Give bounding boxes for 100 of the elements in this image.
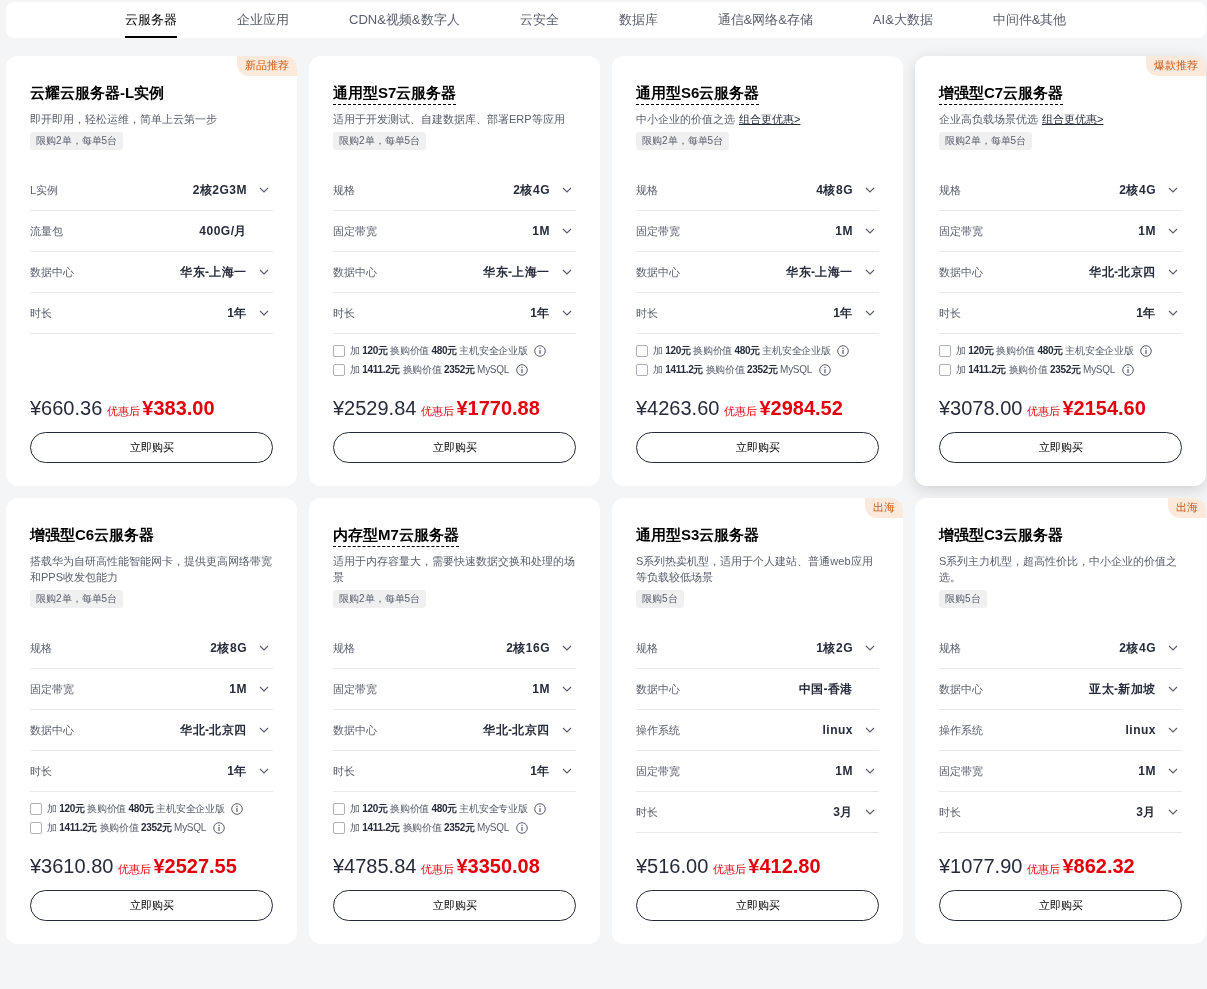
chevron-down-icon[interactable] [1168,228,1178,234]
chevron-down-icon[interactable] [562,686,572,692]
spec-value[interactable]: linux [822,723,853,737]
addon-checkbox[interactable] [30,803,42,815]
chevron-down-icon[interactable] [865,187,875,193]
info-icon[interactable] [231,803,244,815]
addon-checkbox[interactable] [636,345,648,357]
addon-checkbox[interactable] [333,822,345,834]
chevron-down-icon[interactable] [1168,269,1178,275]
chevron-down-icon[interactable] [259,768,269,774]
spec-value[interactable]: 华东-上海一 [180,263,247,281]
spec-value[interactable]: 2核2G3M [192,181,247,199]
spec-value[interactable]: 1M [835,224,853,238]
buy-button[interactable]: 立即购买 [333,432,576,463]
spec-value[interactable]: 华北-北京四 [1089,263,1156,281]
category-tab[interactable]: AI&大数据 [872,4,933,38]
chevron-down-icon[interactable] [562,645,572,651]
spec-value[interactable]: 2核4G [1119,639,1156,657]
info-icon[interactable] [515,364,528,376]
addon-checkbox[interactable] [333,364,345,376]
chevron-down-icon[interactable] [1168,310,1178,316]
category-tab[interactable]: 数据库 [618,4,658,38]
chevron-down-icon[interactable] [1168,686,1178,692]
spec-value[interactable]: 3月 [833,803,853,821]
chevron-down-icon[interactable] [1168,809,1178,815]
category-tab[interactable]: 通信&网络&存储 [717,4,813,38]
info-icon[interactable] [534,345,547,357]
category-tab[interactable]: 云安全 [519,4,559,38]
spec-value[interactable]: 1年 [833,304,853,322]
chevron-down-icon[interactable] [562,310,572,316]
spec-value[interactable]: 华北-北京四 [483,721,550,739]
spec-value[interactable]: 华东-上海一 [786,263,853,281]
spec-value[interactable]: 1M [229,682,247,696]
addon-checkbox[interactable] [333,803,345,815]
chevron-down-icon[interactable] [259,310,269,316]
chevron-down-icon[interactable] [562,228,572,234]
chevron-down-icon[interactable] [865,269,875,275]
spec-value[interactable]: 1M [1138,224,1156,238]
chevron-down-icon[interactable] [562,768,572,774]
spec-value[interactable]: 华北-北京四 [180,721,247,739]
spec-value[interactable]: 4核8G [816,181,853,199]
chevron-down-icon[interactable] [259,269,269,275]
info-icon[interactable] [212,822,225,834]
category-tab[interactable]: 企业应用 [237,4,289,38]
spec-value[interactable]: 1M [532,682,550,696]
addon-checkbox[interactable] [30,822,42,834]
spec-value[interactable]: 1年 [530,762,550,780]
chevron-down-icon[interactable] [865,228,875,234]
info-icon[interactable] [1140,345,1153,357]
info-icon[interactable] [515,822,528,834]
buy-button[interactable]: 立即购买 [333,890,576,921]
spec-value[interactable]: 1年 [530,304,550,322]
bundle-link[interactable]: 组合更优惠> [1042,113,1104,125]
spec-value[interactable]: 1M [835,764,853,778]
buy-button[interactable]: 立即购买 [30,432,273,463]
spec-value[interactable]: 2核4G [513,181,550,199]
info-icon[interactable] [534,803,547,815]
addon-checkbox[interactable] [939,345,951,357]
spec-value[interactable]: 1M [1138,764,1156,778]
spec-value[interactable]: 2核16G [506,639,550,657]
product-title[interactable]: 通用型S6云服务器 [636,82,760,105]
chevron-down-icon[interactable] [1168,645,1178,651]
category-tab[interactable]: 中间件&其他 [992,4,1067,38]
chevron-down-icon[interactable] [1168,187,1178,193]
addon-checkbox[interactable] [333,345,345,357]
chevron-down-icon[interactable] [562,727,572,733]
product-title[interactable]: 内存型M7云服务器 [333,524,459,547]
spec-value[interactable]: linux [1125,723,1156,737]
chevron-down-icon[interactable] [865,645,875,651]
spec-value[interactable]: 2核8G [210,639,247,657]
chevron-down-icon[interactable] [865,809,875,815]
spec-value[interactable]: 1年 [1136,304,1156,322]
chevron-down-icon[interactable] [562,187,572,193]
spec-value[interactable]: 2核4G [1119,181,1156,199]
addon-checkbox[interactable] [636,364,648,376]
buy-button[interactable]: 立即购买 [939,890,1182,921]
spec-value[interactable]: 1年 [227,304,247,322]
chevron-down-icon[interactable] [259,187,269,193]
buy-button[interactable]: 立即购买 [636,890,879,921]
spec-value[interactable]: 1年 [227,762,247,780]
chevron-down-icon[interactable] [865,768,875,774]
product-title[interactable]: 通用型S7云服务器 [333,82,457,105]
info-icon[interactable] [1121,364,1134,376]
info-icon[interactable] [818,364,831,376]
category-tab[interactable]: CDN&视频&数字人 [349,4,460,38]
buy-button[interactable]: 立即购买 [30,890,273,921]
spec-value[interactable]: 3月 [1136,803,1156,821]
spec-value[interactable]: 1M [532,224,550,238]
chevron-down-icon[interactable] [865,727,875,733]
info-icon[interactable] [837,345,850,357]
addon-checkbox[interactable] [939,364,951,376]
category-tab[interactable]: 云服务器 [125,4,177,38]
spec-value[interactable]: 亚太-新加坡 [1089,680,1156,698]
chevron-down-icon[interactable] [259,686,269,692]
chevron-down-icon[interactable] [259,645,269,651]
chevron-down-icon[interactable] [865,310,875,316]
buy-button[interactable]: 立即购买 [939,432,1182,463]
chevron-down-icon[interactable] [259,727,269,733]
bundle-link[interactable]: 组合更优惠> [739,113,801,125]
spec-value[interactable]: 华东-上海一 [483,263,550,281]
